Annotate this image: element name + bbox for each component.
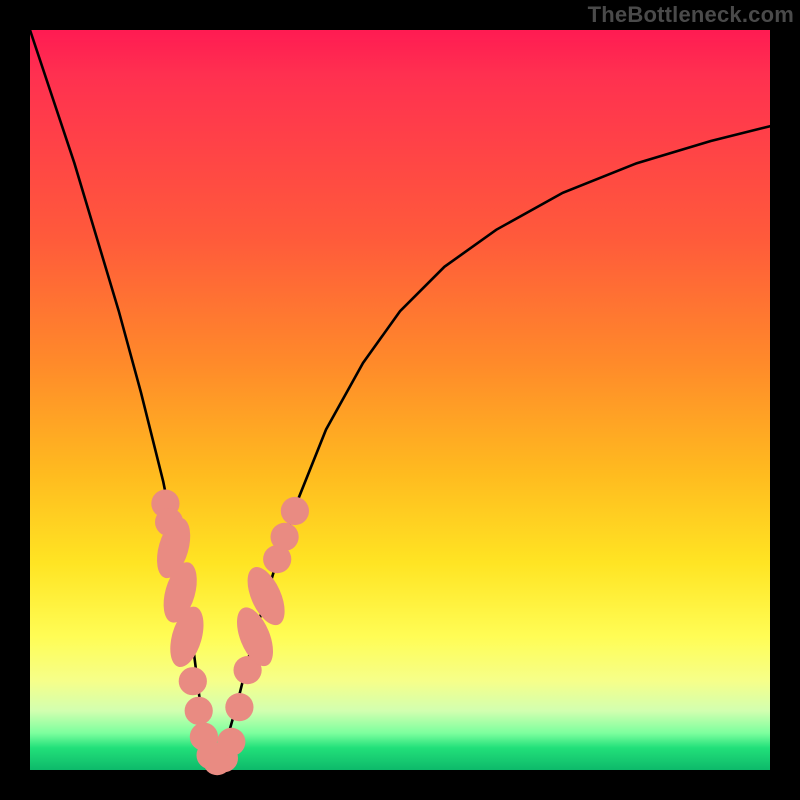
watermark-text: TheBottleneck.com bbox=[588, 2, 794, 28]
plot-area bbox=[30, 30, 770, 770]
marker-dot bbox=[271, 523, 299, 551]
marker-dot bbox=[179, 667, 207, 695]
chart-canvas: TheBottleneck.com bbox=[0, 0, 800, 800]
bottleneck-curve bbox=[30, 30, 770, 770]
marker-dot bbox=[281, 497, 309, 525]
marker-dot bbox=[225, 693, 253, 721]
highlight-markers bbox=[151, 490, 309, 776]
curve-layer bbox=[30, 30, 770, 770]
marker-dot bbox=[185, 697, 213, 725]
marker-dot bbox=[217, 728, 245, 756]
